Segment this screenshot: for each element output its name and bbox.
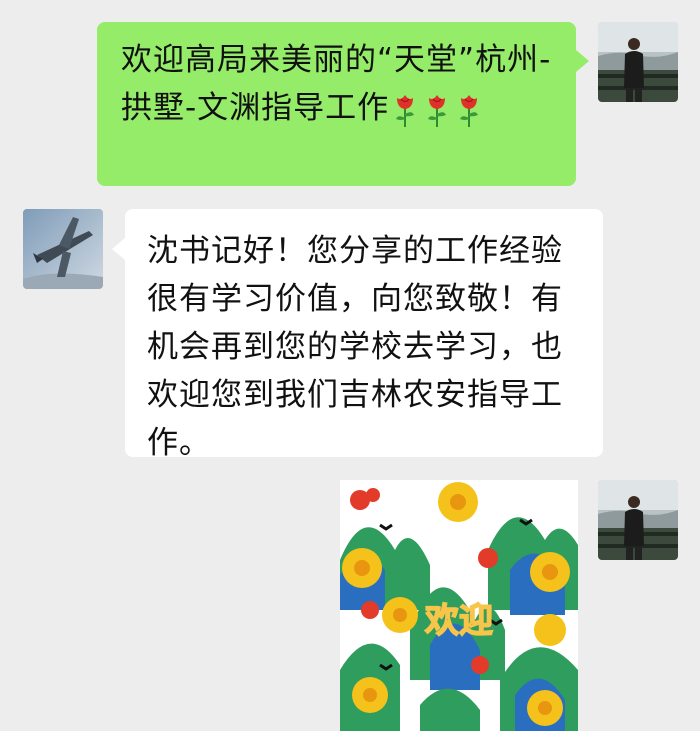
message-text: 沈书记好！您分享的工作经验很有学习价值，向您致敬！有机会再到您的学校去学习，也欢…	[147, 233, 563, 461]
my-avatar[interactable]	[598, 480, 678, 560]
bubble-tail	[576, 50, 589, 72]
outgoing-message-bubble[interactable]: 欢迎高局来美丽的“天堂”杭州-拱墅-文渊指导工作	[97, 22, 576, 186]
rose-emoji-icon	[456, 92, 482, 128]
my-avatar[interactable]	[598, 22, 678, 102]
rose-emoji-icon	[392, 92, 418, 128]
welcome-sticker[interactable]: 欢迎	[340, 480, 578, 731]
incoming-message-bubble[interactable]: 沈书记好！您分享的工作经验很有学习价值，向您致敬！有机会再到您的学校去学习，也欢…	[125, 209, 603, 461]
sticker-text: 欢迎	[424, 601, 493, 641]
contact-avatar[interactable]	[23, 209, 103, 289]
bubble-tail	[112, 238, 125, 260]
message-text: 欢迎高局来美丽的“天堂”杭州-拱墅-文渊指导工作	[121, 42, 552, 126]
rose-emoji-icon	[424, 92, 450, 128]
